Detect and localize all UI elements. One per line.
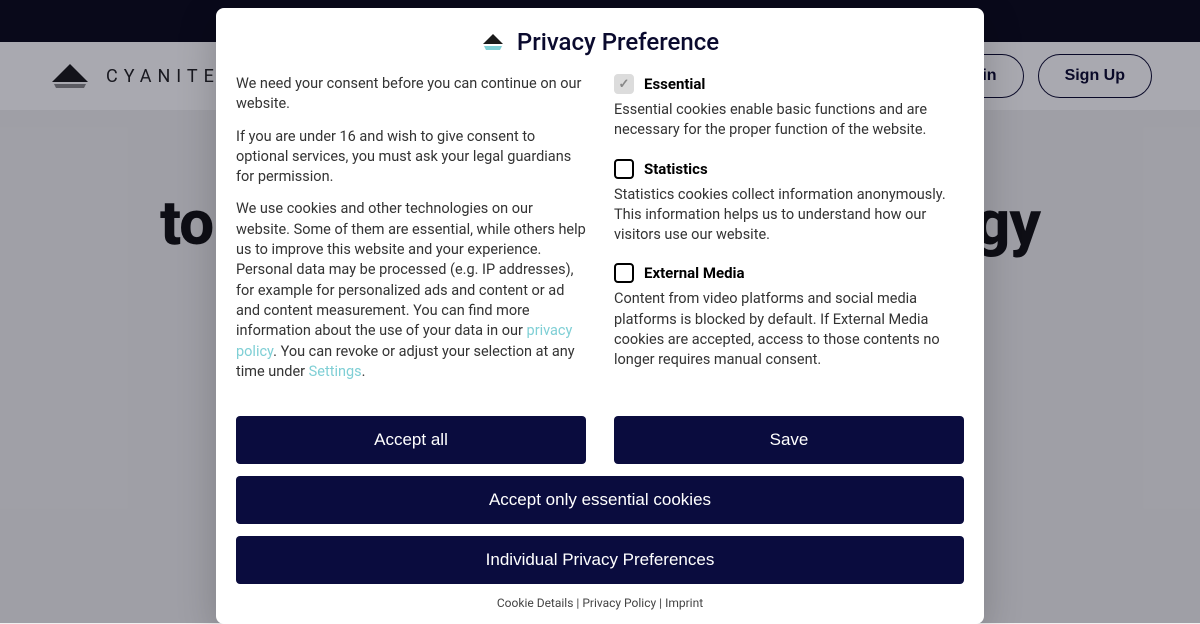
modal-intro-column: We need your consent before you can cont… — [236, 74, 586, 394]
intro-paragraph-2: If you are under 16 and wish to give con… — [236, 127, 586, 188]
category-external-media: External Media Content from video platfo… — [614, 263, 964, 370]
modal-title: Privacy Preference — [517, 28, 719, 56]
primary-button-row: Accept all Save — [236, 416, 964, 464]
statistics-desc: Statistics cookies collect information a… — [614, 185, 964, 246]
privacy-icon — [481, 32, 505, 52]
category-statistics: Statistics Statistics cookies collect in… — [614, 159, 964, 246]
categories-column: Essential Essential cookies enable basic… — [614, 74, 964, 394]
modal-header: Privacy Preference — [236, 28, 964, 56]
essential-checkbox — [614, 74, 634, 94]
essential-title: Essential — [644, 75, 705, 93]
individual-preferences-button[interactable]: Individual Privacy Preferences — [236, 536, 964, 584]
category-essential: Essential Essential cookies enable basic… — [614, 74, 964, 141]
privacy-modal: Privacy Preference We need your consent … — [216, 8, 984, 624]
accept-essential-button[interactable]: Accept only essential cookies — [236, 476, 964, 524]
external-media-checkbox[interactable] — [614, 263, 634, 283]
external-media-desc: Content from video platforms and social … — [614, 289, 964, 370]
essential-desc: Essential cookies enable basic functions… — [614, 100, 964, 141]
statistics-title: Statistics — [644, 160, 708, 178]
external-media-title: External Media — [644, 264, 745, 282]
settings-link[interactable]: Settings — [309, 363, 362, 380]
intro-paragraph-3: We use cookies and other technologies on… — [236, 199, 586, 382]
statistics-checkbox[interactable] — [614, 159, 634, 179]
modal-body: We need your consent before you can cont… — [236, 74, 964, 394]
intro-paragraph-1: We need your consent before you can cont… — [236, 74, 586, 115]
privacy-policy-footer-link[interactable]: Privacy Policy — [582, 596, 656, 610]
accept-all-button[interactable]: Accept all — [236, 416, 586, 464]
save-button[interactable]: Save — [614, 416, 964, 464]
modal-overlay: Privacy Preference We need your consent … — [0, 0, 1200, 623]
modal-footer-links: Cookie Details | Privacy Policy | Imprin… — [236, 596, 964, 610]
imprint-link[interactable]: Imprint — [665, 596, 703, 610]
cookie-details-link[interactable]: Cookie Details — [497, 596, 574, 610]
